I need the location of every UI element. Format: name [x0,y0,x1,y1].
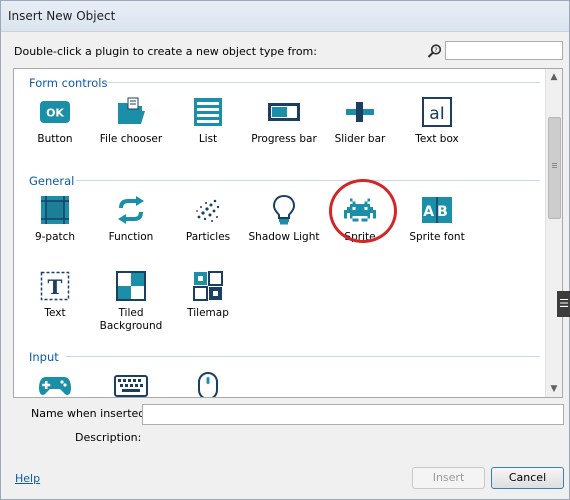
object-item-label: Progress bar [251,133,317,145]
lightbulb-icon [267,193,301,227]
object-item-text[interactable]: T Text [17,269,93,320]
button-icon: OK [38,95,72,129]
object-item-label: Tiled Background [99,307,163,332]
object-item-label: Text [44,307,66,319]
search-icon[interactable]: ? [426,43,443,60]
help-link[interactable]: Help [15,472,40,485]
object-item-tiled-background[interactable]: Tiled Background [93,269,169,333]
insert-new-object-dialog: Insert New Object Double-click a plugin … [0,0,570,500]
object-item-mouse[interactable] [170,369,246,397]
object-item-label: File chooser [99,133,163,145]
text-box-icon: aI [420,95,454,129]
object-item-label: Shadow Light [248,231,320,243]
insert-button[interactable]: Insert [412,467,485,489]
side-panel-tab[interactable]: ☰ [557,291,570,317]
text-icon: T [38,269,72,303]
search-input[interactable] [445,41,563,60]
description-label: Description: [75,431,142,444]
object-item-button[interactable]: OK Button [17,95,93,146]
object-item-sprite-font[interactable]: AB Sprite font [399,193,475,244]
category-divider [106,82,540,83]
particles-icon [191,193,225,227]
category-general: General [29,174,75,188]
category-form-controls: Form controls [29,76,108,90]
object-item-label: Sprite font [409,231,465,243]
thumb-grip-icon [552,163,557,164]
nine-patch-icon [38,193,72,227]
object-item-label: 9-patch [34,231,76,243]
category-divider [66,356,540,357]
list-icon [191,95,225,129]
object-item-list[interactable]: List [170,95,246,146]
object-item-particles[interactable]: Particles [170,193,246,244]
object-item-label: Slider bar [334,133,386,145]
tilemap-icon [191,269,225,303]
object-item-9-patch[interactable]: 9-patch [17,193,93,244]
instruction-text: Double-click a plugin to create a new ob… [14,45,317,58]
category-divider [76,180,540,181]
tiled-background-icon [114,269,148,303]
scroll-down-arrow-icon[interactable]: ▼ [546,381,562,397]
list-scrollbar[interactable]: ▲ ▼ [545,69,562,397]
gamepad-icon [38,369,72,397]
slider-icon [343,95,377,129]
folder-icon [114,95,148,129]
object-item-label: Text box [415,133,459,145]
highlight-circle [329,179,397,243]
title-bar: Insert New Object [1,1,569,32]
object-item-shadow-light[interactable]: Shadow Light [246,193,322,244]
object-item-label: Tilemap [187,307,229,319]
scroll-up-arrow-icon[interactable]: ▲ [546,69,562,85]
scrollbar-thumb[interactable] [548,117,561,219]
svg-text:OK: OK [46,107,64,120]
object-item-label: List [198,133,218,145]
cancel-button[interactable]: Cancel [491,467,564,489]
name-label: Name when inserted: [31,407,149,420]
object-item-gamepad[interactable] [17,369,93,397]
object-item-function[interactable]: Function [93,193,169,244]
mouse-icon [191,369,225,397]
sprite-font-icon: AB [420,193,454,227]
object-item-progress-bar[interactable]: Progress bar [246,95,322,146]
svg-text:?: ? [434,46,437,54]
object-item-label: Function [108,231,154,243]
function-icon [114,193,148,227]
object-item-text-box[interactable]: aI Text box [399,95,475,146]
category-input: Input [29,350,59,364]
window-title: Insert New Object [8,9,116,23]
keyboard-icon [114,369,148,397]
object-item-label: Particles [185,231,231,243]
object-item-file-chooser[interactable]: File chooser [93,95,169,146]
object-item-tilemap[interactable]: Tilemap [170,269,246,320]
svg-text:aI: aI [429,104,444,124]
object-item-keyboard[interactable] [93,369,169,397]
progress-bar-icon [267,95,301,129]
object-item-label: Button [37,133,73,145]
object-list-panel[interactable]: Form controls OK Button File chooser Lis… [13,68,563,398]
svg-text:T: T [48,275,63,299]
name-input[interactable] [142,404,564,425]
object-item-slider-bar[interactable]: Slider bar [322,95,398,146]
svg-text:AB: AB [423,204,451,220]
